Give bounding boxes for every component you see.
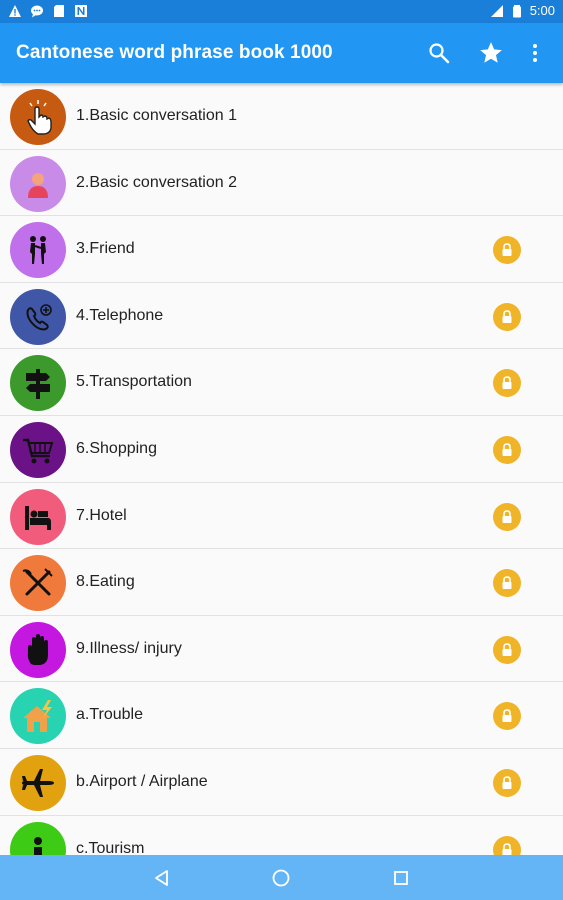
- search-icon: [429, 43, 450, 64]
- house-lightning-icon: [10, 688, 66, 745]
- list-item-label: 5.Transportation: [76, 373, 192, 391]
- back-button[interactable]: [149, 865, 175, 891]
- info-icon: [10, 821, 66, 855]
- star-icon: [480, 42, 502, 63]
- list-item-label: 7.Hotel: [76, 506, 127, 524]
- list-item[interactable]: 8.Eating: [0, 549, 563, 616]
- list-item-label: 4.Telephone: [76, 306, 164, 324]
- friends-icon: [10, 222, 66, 279]
- back-icon: [155, 870, 168, 886]
- lock-icon: [493, 702, 521, 731]
- status-time: 5:00: [529, 3, 555, 18]
- lock-icon: [493, 369, 521, 398]
- favorites-button[interactable]: [477, 39, 505, 67]
- lock-icon: [493, 768, 521, 797]
- list-item-label: 1.Basic conversation 1: [76, 107, 237, 124]
- list-item-label: 9.Illness/ injury: [76, 639, 182, 657]
- battery-icon: [512, 4, 521, 17]
- lock-icon: [493, 435, 521, 464]
- signpost-icon: [10, 355, 66, 412]
- person-icon: [10, 155, 66, 212]
- category-list: 1.Basic conversation 1 2.Basic conversat…: [0, 83, 563, 855]
- list-item[interactable]: 4.Telephone: [0, 282, 563, 350]
- airplane-icon: [10, 754, 66, 811]
- lock-icon: [493, 569, 521, 598]
- app-title: Cantonese word phrase book 1000: [16, 42, 333, 63]
- chat-icon: [31, 5, 43, 18]
- n-notification-icon: [75, 5, 87, 17]
- list-item[interactable]: 5.Transportation: [0, 349, 563, 416]
- tap-hand-icon: [10, 89, 66, 145]
- hand-icon: [10, 621, 66, 678]
- lock-icon: [493, 835, 521, 855]
- list-item-label: 3.Friend: [76, 240, 135, 258]
- app-bar: Cantonese word phrase book 1000: [0, 23, 563, 83]
- list-item[interactable]: b.Airport / Airplane: [0, 748, 563, 816]
- list-item-label: 2.Basic conversation 2: [76, 173, 237, 191]
- telephone-icon: [10, 288, 66, 345]
- list-item[interactable]: a.Trouble: [0, 682, 563, 749]
- list-item[interactable]: 1.Basic conversation 1: [0, 83, 563, 150]
- shopping-cart-icon: [10, 421, 66, 478]
- lock-icon: [493, 502, 521, 531]
- recent-apps-button[interactable]: [388, 865, 414, 891]
- warning-icon: [9, 5, 21, 17]
- list-item[interactable]: 7.Hotel: [0, 482, 563, 550]
- recent-apps-icon: [394, 871, 408, 885]
- sd-card-icon: [54, 5, 64, 17]
- bed-icon: [10, 488, 66, 545]
- navigation-bar: [0, 855, 563, 900]
- home-icon: [272, 869, 290, 887]
- list-item-label: 8.Eating: [76, 573, 135, 591]
- search-button[interactable]: [425, 39, 453, 67]
- list-item[interactable]: 2.Basic conversation 2: [0, 149, 563, 217]
- list-item-label: 6.Shopping: [76, 439, 157, 457]
- list-item-label: c.Tourism: [76, 839, 145, 855]
- list-item[interactable]: 6.Shopping: [0, 415, 563, 483]
- list-item-label: a.Trouble: [76, 706, 143, 724]
- overflow-menu-button[interactable]: [521, 39, 549, 67]
- status-bar: 5:00: [0, 0, 563, 23]
- list-item[interactable]: 9.Illness/ injury: [0, 615, 563, 683]
- lock-icon: [493, 302, 521, 331]
- list-item-label: b.Airport / Airplane: [76, 772, 208, 790]
- lock-icon: [493, 635, 521, 664]
- fork-knife-icon: [10, 555, 66, 612]
- lock-icon: [493, 236, 521, 265]
- home-button[interactable]: [268, 865, 294, 891]
- more-vert-icon: [533, 44, 537, 62]
- list-item[interactable]: c.Tourism: [0, 815, 563, 855]
- signal-icon: [490, 4, 503, 17]
- list-item[interactable]: 3.Friend: [0, 216, 563, 283]
